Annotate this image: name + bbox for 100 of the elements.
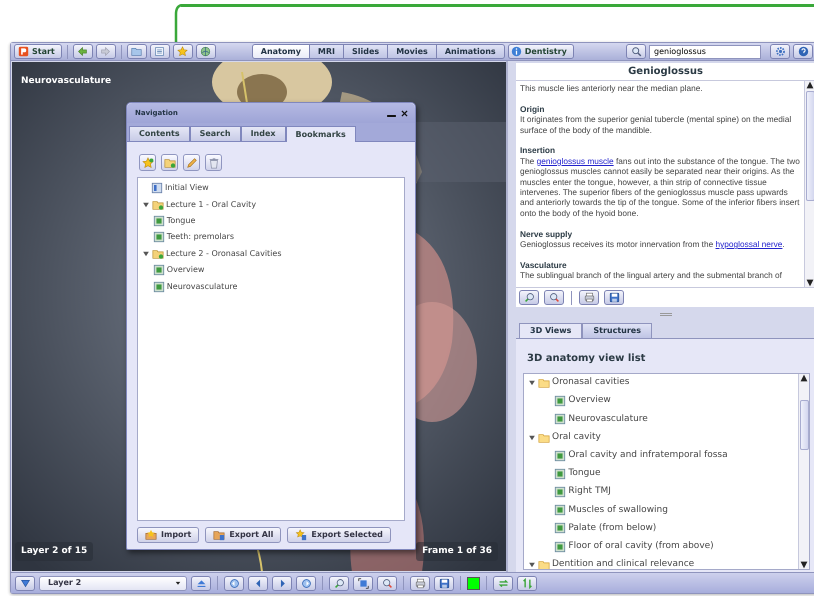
help-button[interactable] <box>793 44 813 59</box>
export-all-button[interactable]: Export All <box>205 527 282 543</box>
next-button[interactable] <box>272 576 292 590</box>
paragraph: The genioglossus muscle fans out into the substance of the tongue. The two genioglossus muscles cannot easily be separated near their origins. As the muscles enter the tongue, however, a thin strip of connective tissue intervenes. The superior fibers of the genioglossus muscle pass upwards and anteriorly towards the tip of the tongue. Some of the inferior fibers insert onto the body of the hyoid bone. <box>520 156 800 218</box>
tree-item[interactable]: Muscles of swallowing <box>568 504 668 518</box>
module-tab[interactable]: Movies <box>387 44 437 59</box>
fit-button[interactable] <box>353 576 373 590</box>
add-folder-button[interactable] <box>161 154 178 171</box>
tree-item[interactable]: Overview <box>568 394 611 408</box>
viewer-title: Neurovasculature <box>20 75 112 88</box>
text-link[interactable]: genioglossus muscle <box>536 156 614 166</box>
zoom-in-button[interactable] <box>519 290 539 305</box>
logo-icon <box>18 46 29 57</box>
expander-icon[interactable] <box>528 560 536 569</box>
delete-button[interactable] <box>205 154 222 171</box>
tree-item[interactable]: Tongue <box>568 467 601 481</box>
expander-icon[interactable] <box>528 434 536 442</box>
open-button[interactable] <box>126 44 147 59</box>
forward-button[interactable] <box>96 44 116 59</box>
view-icon <box>554 504 566 516</box>
rename-button[interactable] <box>183 154 200 171</box>
eject-button[interactable] <box>191 576 211 590</box>
tree-item[interactable]: Floor of oral cavity (from above) <box>568 540 714 554</box>
dialog-tab[interactable]: Index <box>240 126 286 141</box>
help-icon <box>798 46 808 57</box>
zoom-out-button[interactable] <box>544 290 564 305</box>
expander-icon[interactable] <box>142 250 150 258</box>
module-tab[interactable]: Anatomy <box>252 44 310 59</box>
tree-item[interactable]: Dentition and clinical relevance <box>552 558 694 569</box>
tree-item[interactable]: Tongue <box>166 214 196 227</box>
panel-tab[interactable]: Structures <box>582 322 652 338</box>
start-button[interactable]: Start <box>14 44 62 59</box>
tree-item[interactable]: Overview <box>166 264 204 276</box>
dentistry-button[interactable]: Dentistry <box>508 44 574 59</box>
scrollbar[interactable] <box>804 81 814 287</box>
view-icon <box>554 450 566 462</box>
save-button[interactable] <box>604 290 624 305</box>
bookmark-button[interactable] <box>172 44 193 59</box>
print-button[interactable] <box>410 576 430 590</box>
info-icon <box>510 46 522 57</box>
section-heading: Vasculature <box>520 260 568 270</box>
print-button[interactable] <box>579 290 599 305</box>
settings-icon <box>774 46 786 57</box>
rotate-right-button[interactable] <box>296 576 316 590</box>
tree-item[interactable]: Lecture 2 - Oronasal Cavities <box>166 248 282 260</box>
tree-item[interactable]: Oronasal cavities <box>552 376 630 390</box>
tree-item[interactable]: Oral cavity and infratemporal fossa <box>568 448 728 462</box>
dialog-tab[interactable]: Search <box>190 126 241 141</box>
tree-item[interactable]: Neurovasculature <box>568 412 648 426</box>
add-bookmark-button[interactable] <box>139 154 156 171</box>
folder-icon <box>538 432 550 444</box>
paragraph: The sublingual branch of the lingual artery and the submental branch of <box>520 270 782 280</box>
layer-icon <box>20 578 30 588</box>
zoom-in-icon <box>524 292 534 303</box>
scrollbar[interactable] <box>798 374 809 569</box>
back-button[interactable] <box>72 44 93 59</box>
scroll-thumb[interactable] <box>800 400 808 450</box>
export-selected-button[interactable]: Export Selected <box>287 527 391 543</box>
tree-item[interactable]: Palate (from below) <box>568 522 656 536</box>
dialog-tab[interactable]: Bookmarks <box>286 126 356 142</box>
expander-icon[interactable] <box>528 378 536 387</box>
splitter-handle[interactable] <box>660 313 672 316</box>
home-button[interactable] <box>196 44 216 59</box>
zoom-out-button[interactable] <box>377 576 397 590</box>
module-tab[interactable]: MRI <box>308 44 344 59</box>
list-button[interactable] <box>150 44 170 59</box>
module-tab[interactable]: Slides <box>343 44 388 59</box>
color-picker[interactable] <box>467 576 480 590</box>
module-tab[interactable]: Animations <box>436 44 505 59</box>
save-icon <box>438 578 450 588</box>
layer-select[interactable]: Layer 2 <box>39 576 187 590</box>
tree-item[interactable]: Oral cavity <box>552 430 601 444</box>
tree-item[interactable]: Teeth: premolars <box>166 231 234 244</box>
rotate-left-button[interactable] <box>224 576 244 590</box>
zoom-in-button[interactable] <box>329 576 349 590</box>
tree-item[interactable]: Right TMJ <box>568 485 611 499</box>
settings-button[interactable] <box>770 44 790 59</box>
rotate-left-icon <box>228 578 240 588</box>
dialog-tab[interactable]: Contents <box>129 126 190 141</box>
expander-icon[interactable] <box>142 200 150 209</box>
save-button[interactable] <box>434 576 454 590</box>
globe-icon <box>200 46 212 57</box>
caret-icon <box>174 579 182 587</box>
layer-menu-button[interactable] <box>15 576 35 590</box>
text-link[interactable]: hypoglossal nerve <box>716 239 782 250</box>
printer-icon <box>414 578 426 588</box>
sort-button[interactable] <box>517 576 537 590</box>
tree-item[interactable]: Initial View <box>165 182 209 194</box>
tree-item[interactable]: Lecture 1 - Oral Cavity <box>166 198 256 211</box>
tree-item[interactable]: Neurovasculature <box>166 280 238 293</box>
scroll-thumb[interactable] <box>806 91 814 201</box>
import-button[interactable]: Import <box>137 527 200 543</box>
folder-icon <box>131 46 142 57</box>
rotate-right-icon <box>300 578 312 588</box>
search-field[interactable]: genioglossus <box>649 44 761 58</box>
swap-button[interactable] <box>493 576 513 590</box>
view-icon <box>554 540 566 553</box>
previous-button[interactable] <box>248 576 268 590</box>
panel-tab[interactable]: 3D Views <box>519 322 582 338</box>
search-button[interactable] <box>626 44 646 59</box>
